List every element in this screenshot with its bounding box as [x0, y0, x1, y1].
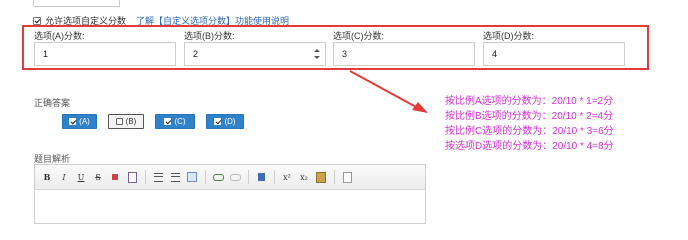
explanation-line-b: 按比例B选项的分数为：20/10 * 2=4分: [445, 111, 614, 122]
arrow-line: [349, 70, 419, 109]
explanation-line-d: 按选项D选项的分数为：20/10 * 4=8分: [445, 141, 614, 152]
explanation-line-c: 按比例C选项的分数为：20/10 * 3=6分: [445, 126, 614, 137]
explanation-block: 按比例A选项的分数为：20/10 * 1=2分 按比例B选项的分数为：20/10…: [445, 94, 614, 154]
arrow-head-icon: [412, 102, 428, 113]
explanation-line-a: 按比例A选项的分数为：20/10 * 1=2分: [445, 96, 614, 107]
